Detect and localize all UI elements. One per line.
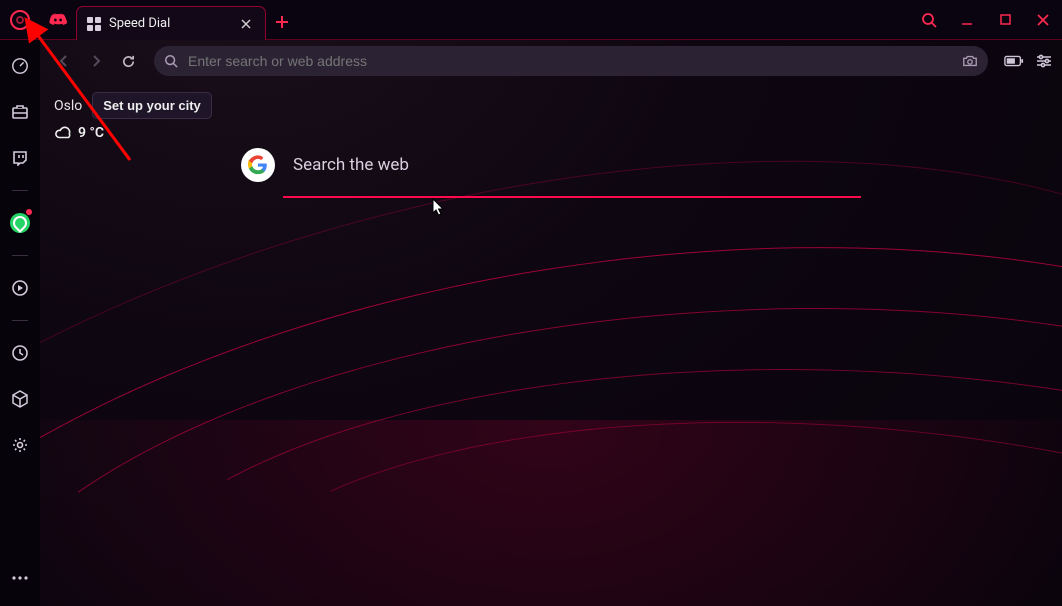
camera-icon — [962, 54, 978, 68]
tab-close-button[interactable] — [237, 15, 255, 33]
address-input[interactable] — [188, 53, 952, 69]
plus-icon — [275, 15, 289, 29]
sidebar-player[interactable] — [0, 274, 40, 302]
cube-icon — [12, 390, 28, 408]
search-icon — [164, 54, 178, 68]
sidebar-history[interactable] — [0, 339, 40, 367]
search-engine-badge[interactable] — [241, 148, 275, 182]
titlebar: Speed Dial — [0, 0, 1062, 40]
address-bar[interactable] — [154, 46, 988, 76]
annotation-arrow — [10, 10, 140, 170]
snapshot-button[interactable] — [962, 54, 978, 68]
sliders-icon — [1036, 54, 1052, 68]
new-tab-button[interactable] — [266, 2, 298, 41]
search-tabs-button[interactable] — [910, 0, 948, 40]
play-circle-icon — [11, 279, 29, 297]
sidebar-extensions[interactable] — [0, 385, 40, 413]
close-window-button[interactable] — [1024, 0, 1062, 40]
whatsapp-icon — [10, 213, 30, 233]
easy-setup-button[interactable] — [1036, 54, 1052, 68]
sidebar-whatsapp[interactable] — [0, 209, 40, 237]
main-search-placeholder: Search the web — [293, 155, 409, 175]
google-icon — [248, 155, 268, 175]
notification-dot-icon — [26, 209, 32, 215]
close-icon — [1037, 14, 1049, 26]
cursor-icon — [432, 198, 446, 218]
window-controls — [948, 0, 1062, 39]
maximize-icon — [1000, 14, 1011, 25]
battery-saver-button[interactable] — [1004, 55, 1024, 67]
gear-icon — [11, 436, 29, 454]
minimize-button[interactable] — [948, 0, 986, 40]
close-icon — [241, 19, 251, 29]
search-icon — [921, 12, 937, 28]
sidebar-settings[interactable] — [0, 431, 40, 459]
battery-icon — [1004, 55, 1024, 67]
toolbar — [0, 40, 1062, 82]
sidebar-separator — [12, 255, 28, 256]
sidebar-separator — [12, 190, 28, 191]
search-underline — [283, 196, 861, 198]
speed-dial-page: Oslo Set up your city 9 °C Search the we… — [40, 82, 1062, 606]
sidebar-separator — [12, 320, 28, 321]
clock-icon — [11, 344, 29, 362]
maximize-button[interactable] — [986, 0, 1024, 40]
more-icon — [12, 576, 28, 580]
sidebar-more-button[interactable] — [0, 564, 40, 592]
main-search[interactable]: Search the web — [241, 142, 861, 198]
minimize-icon — [961, 14, 973, 26]
